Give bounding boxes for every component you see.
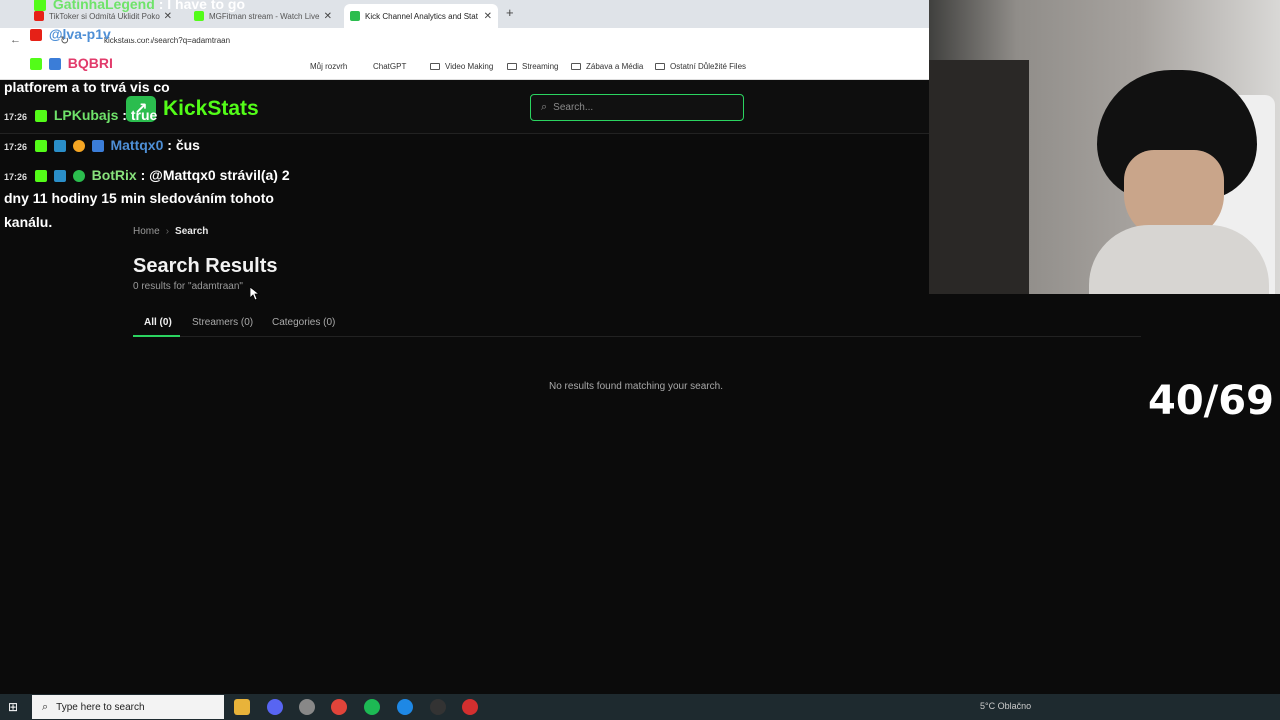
chat-message-continued: dny 11 hodiny 15 min sledováním tohoto	[4, 190, 274, 206]
result-tabs: All (0) Streamers (0) Categories (0)	[133, 310, 1141, 337]
kickstats-icon	[350, 11, 360, 21]
chrome-icon[interactable]	[331, 699, 347, 715]
folder-icon	[571, 63, 581, 70]
kick-badge-icon	[34, 110, 47, 123]
edge-icon[interactable]	[397, 699, 413, 715]
close-icon[interactable]: ✕	[164, 11, 172, 22]
bolt-badge-icon	[53, 170, 66, 183]
youtube-badge-icon	[30, 29, 42, 42]
chat-message: @lva-p1v : ahoj	[30, 26, 152, 42]
discord-icon[interactable]	[267, 699, 283, 715]
kick-badge-icon	[34, 170, 47, 183]
screen: TikToker si Odmítá Uklidit Poko ✕ MGFitm…	[0, 0, 1280, 720]
logo-text: KickStats	[163, 97, 259, 120]
close-icon[interactable]: ✕	[484, 11, 492, 22]
tab-title: Kick Channel Analytics and Stat	[365, 11, 478, 21]
breadcrumb: Home › Search	[133, 226, 208, 237]
goal-counter: 40/69	[1148, 378, 1274, 424]
grid-badge-icon	[91, 140, 104, 153]
obs-icon[interactable]	[299, 699, 315, 715]
kick-badge-icon	[34, 140, 47, 153]
folder-icon	[655, 63, 665, 70]
tab-streamers[interactable]: Streamers (0)	[192, 317, 253, 328]
bookmark-folder[interactable]: Video Making	[430, 62, 493, 71]
site-search[interactable]: ⌕	[530, 94, 744, 121]
tab-title: MGFitman stream - Watch Live	[209, 11, 320, 21]
chat-message: BQBRI : musis to nahnat z jiných	[30, 55, 288, 71]
app-icon[interactable]	[462, 699, 478, 715]
search-input[interactable]	[553, 102, 734, 113]
windows-taskbar: ⊞ ⌕ Type here to search 5°C Oblačno	[0, 694, 1280, 720]
verified-badge-icon	[72, 170, 85, 183]
webcam-overlay	[929, 0, 1280, 294]
results-count: 0 results for "adamtraan"	[133, 281, 243, 292]
chat-message: 17:26 LPKubajs : true	[4, 107, 158, 123]
bolt-badge-icon	[53, 140, 66, 153]
sub-badge-icon	[72, 140, 85, 153]
taskbar-search-placeholder: Type here to search	[56, 701, 145, 713]
page-title: Search Results	[133, 255, 278, 277]
close-icon[interactable]: ✕	[324, 11, 332, 22]
tab-categories[interactable]: Categories (0)	[272, 317, 335, 328]
tab-title: TikToker si Odmítá Uklidit Poko	[49, 11, 160, 21]
chat-message-continued: kanálu.	[4, 214, 53, 230]
breadcrumb-home[interactable]: Home	[133, 226, 160, 237]
youtube-icon	[34, 11, 44, 21]
search-icon: ⌕	[541, 101, 548, 113]
kick-badge-icon	[34, 0, 46, 12]
weather-widget[interactable]: 5°C Oblačno	[980, 701, 1031, 711]
file-explorer-icon[interactable]	[234, 699, 250, 715]
bookmark-item[interactable]: ChatGPT	[373, 62, 406, 71]
browser-tab-3[interactable]: Kick Channel Analytics and Stat ✕	[344, 4, 498, 28]
spotify-icon[interactable]	[364, 699, 380, 715]
folder-icon	[430, 63, 440, 70]
kick-badge-icon	[30, 58, 42, 71]
back-icon[interactable]: ←	[10, 34, 21, 46]
windows-start-icon[interactable]: ⊞	[8, 700, 22, 714]
chevron-right-icon: ›	[165, 226, 170, 237]
chat-message: 17:26 Mattqx0 : čus	[4, 137, 200, 153]
kick-icon	[194, 11, 204, 21]
tab-all[interactable]: All (0)	[144, 317, 172, 328]
chat-message-continued: platforem a to trvá vis co	[4, 79, 170, 95]
bookmark-item[interactable]: Můj rozvrh	[310, 62, 347, 71]
chat-message: 17:26 BotRix : @Mattqx0 strávil(a) 2	[4, 167, 290, 183]
bookmark-folder[interactable]: Ostatní Důležité Files	[655, 62, 746, 71]
app-icon[interactable]	[430, 699, 446, 715]
bookmark-folder[interactable]: Streaming	[507, 62, 558, 71]
grid-badge-icon	[48, 58, 61, 71]
chat-message: GatinhaLegend : I have to go	[34, 0, 245, 12]
new-tab-button[interactable]: +	[506, 5, 514, 20]
streamer-body	[1089, 225, 1269, 294]
breadcrumb-current: Search	[175, 226, 209, 237]
taskbar-search[interactable]: ⌕ Type here to search	[32, 695, 224, 719]
mouse-cursor-icon	[250, 287, 260, 301]
bookmark-folder[interactable]: Zábava a Média	[571, 62, 643, 71]
folder-icon	[507, 63, 517, 70]
search-icon: ⌕	[42, 700, 49, 713]
empty-state-message: No results found matching your search.	[549, 381, 723, 392]
active-tab-indicator	[133, 335, 180, 337]
